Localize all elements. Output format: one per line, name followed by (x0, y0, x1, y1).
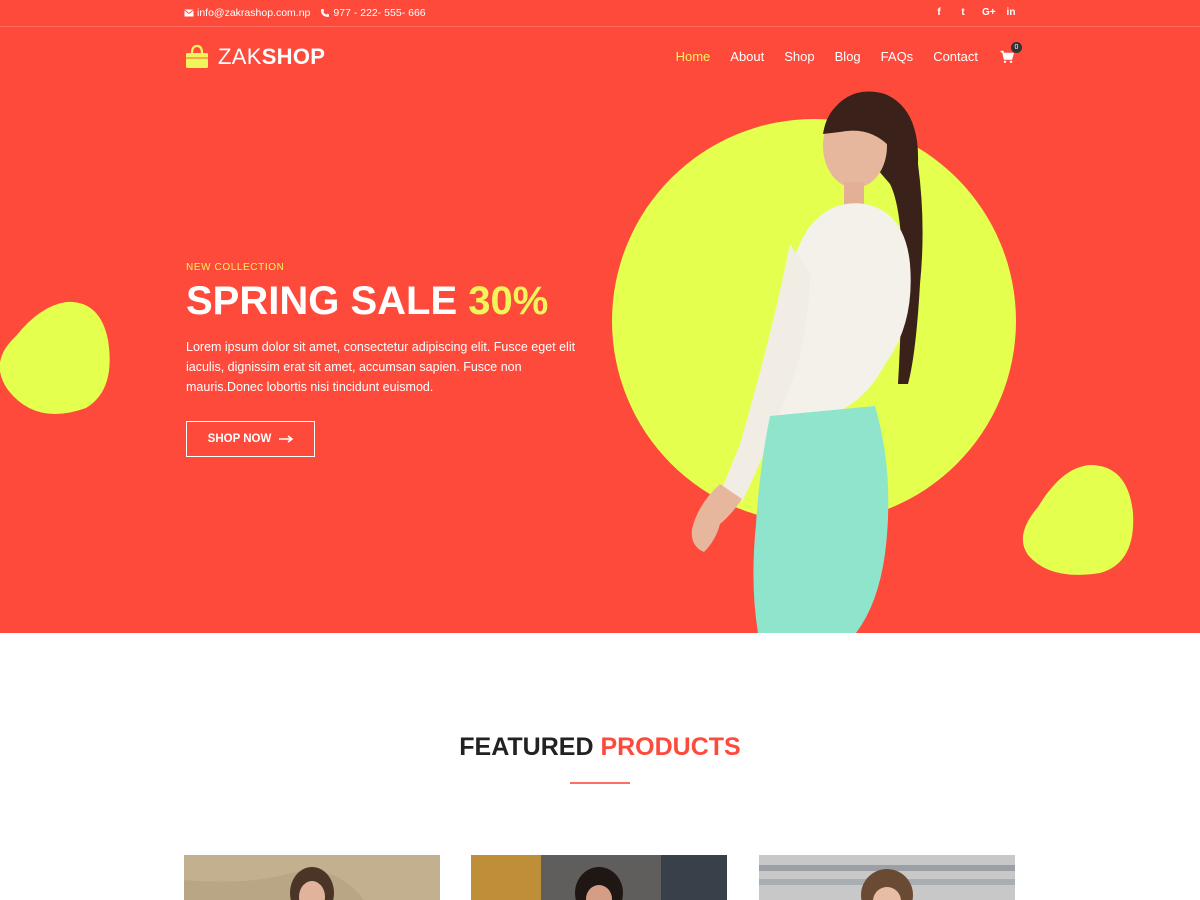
product-photo (759, 855, 1015, 900)
nav-blog[interactable]: Blog (835, 49, 861, 64)
phone-item[interactable]: 977 - 222- 555- 666 (320, 7, 426, 19)
title-divider (570, 782, 630, 784)
shopping-bag-icon (186, 44, 208, 68)
nav-shop[interactable]: Shop (784, 49, 814, 64)
hero-content: NEW COLLECTION SPRING SALE 30% Lorem ips… (186, 262, 606, 397)
nav-faqs[interactable]: FAQs (881, 49, 914, 64)
phone-text: 977 - 222- 555- 666 (333, 7, 426, 19)
hero-description: Lorem ipsum dolor sit amet, consectetur … (186, 340, 576, 394)
hero-title-highlight: 30% (468, 279, 549, 323)
nav-home[interactable]: Home (676, 49, 711, 64)
facebook-icon[interactable]: f (934, 7, 944, 18)
cart-count-badge: 0 (1011, 41, 1022, 53)
email-item[interactable]: info@zakrashop.com.np (184, 7, 310, 19)
nav-contact[interactable]: Contact (933, 49, 978, 64)
main-nav: Home About Shop Blog FAQs Contact 0 (676, 41, 1022, 64)
nav-about[interactable]: About (730, 49, 764, 64)
hero-eyebrow: NEW COLLECTION (186, 262, 285, 273)
google-plus-icon[interactable]: G+ (982, 7, 996, 18)
logo-text: ZAKSHOP (218, 44, 325, 70)
arrow-right-icon (279, 435, 294, 443)
featured-products-title: FEATURED PRODUCTS (0, 733, 1200, 762)
hero-title-main: SPRING SALE (186, 279, 469, 323)
hero-section: info@zakrashop.com.np 977 - 222- 555- 66… (0, 0, 1200, 633)
featured-title-highlight: PRODUCTS (600, 733, 741, 761)
featured-title-main: FEATURED (459, 733, 601, 761)
cart-button[interactable]: 0 (1000, 41, 1022, 64)
logo-text-bold: SHOP (261, 44, 326, 69)
product-card-image[interactable] (759, 855, 1015, 900)
email-text: info@zakrashop.com.np (197, 7, 311, 19)
product-photo (184, 855, 440, 900)
phone-icon (321, 9, 330, 17)
product-photo (471, 855, 727, 900)
social-links: f t G+ in (934, 7, 1016, 18)
top-bar: info@zakrashop.com.np 977 - 222- 555- 66… (0, 0, 1200, 27)
shop-now-button[interactable]: SHOP NOW (186, 421, 315, 457)
hero-model-image (691, 91, 923, 633)
twitter-icon[interactable]: t (958, 7, 968, 18)
envelope-icon (184, 9, 194, 17)
hero-title: SPRING SALE 30% (186, 279, 606, 323)
product-card-image[interactable] (471, 855, 727, 900)
product-card-image[interactable] (184, 855, 440, 900)
logo-text-light: ZAK (218, 44, 262, 69)
site-logo[interactable]: ZAKSHOP (184, 44, 325, 70)
contact-info: info@zakrashop.com.np 977 - 222- 555- 66… (184, 7, 426, 19)
shop-now-label: SHOP NOW (207, 433, 272, 445)
linkedin-icon[interactable]: in (1006, 7, 1016, 18)
hero-blob-left (0, 301, 110, 414)
hero-blob-right (1022, 465, 1134, 575)
